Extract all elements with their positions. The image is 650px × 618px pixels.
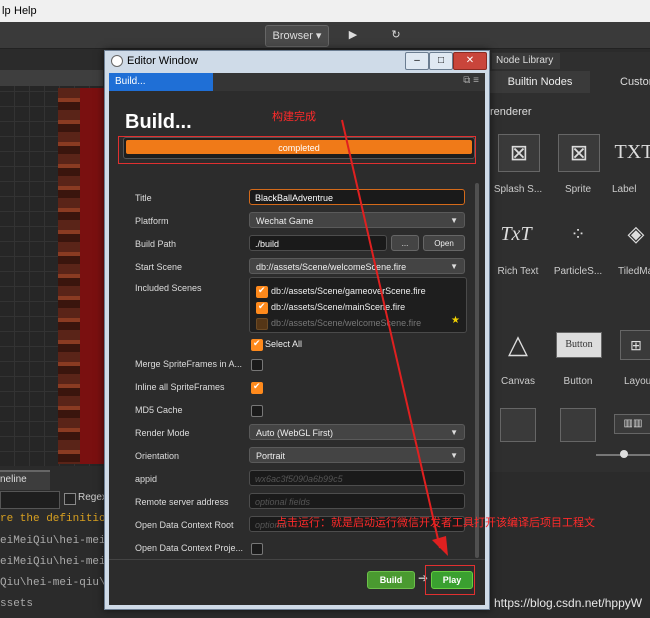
annotation-arrow [341,119,448,556]
